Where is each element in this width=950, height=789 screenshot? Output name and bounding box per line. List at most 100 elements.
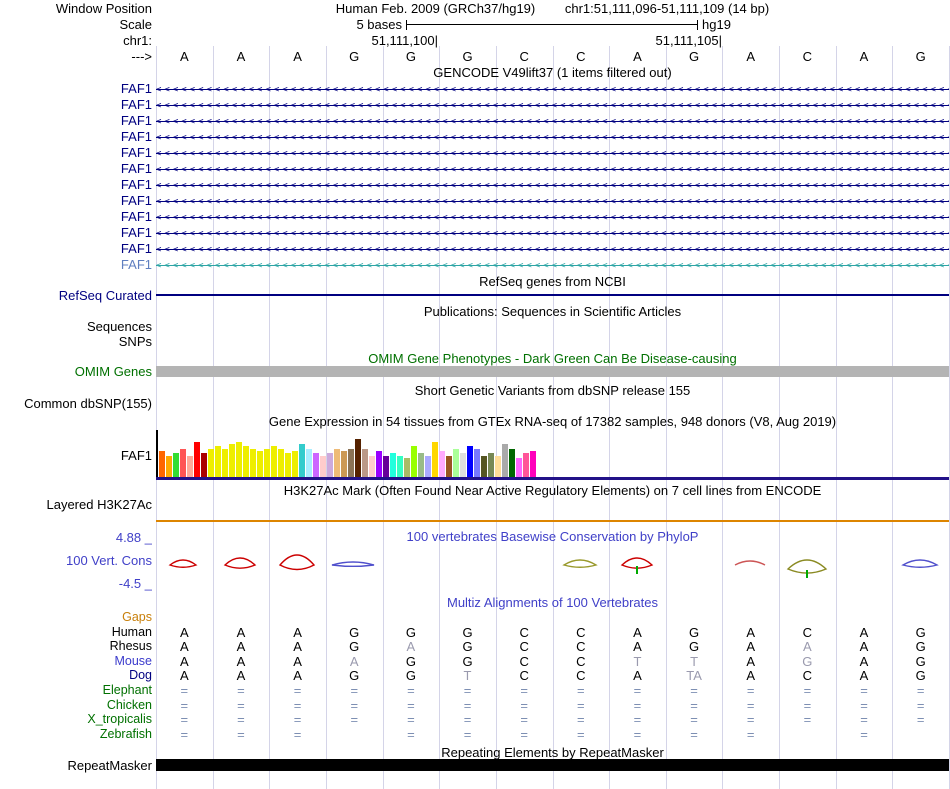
species-label-human[interactable]: Human <box>0 625 152 640</box>
alignment-base: = <box>293 698 302 713</box>
gtex-tissue-bar <box>243 446 249 477</box>
gene-label-faf1[interactable]: FAF1 <box>0 97 152 113</box>
gene-label-faf1[interactable]: FAF1 <box>0 129 152 145</box>
alignment-row-x_tropicalis[interactable]: = = = = = = = = = = = = = = <box>156 712 949 727</box>
conservation-glyph <box>223 557 257 569</box>
gene-transcript-row[interactable]: <<<<<<<<<<<<<<<<<<<<<<<<<<<<<<<<<<<<<<<<… <box>156 193 949 209</box>
alignment-base: G <box>405 625 416 640</box>
gene-transcript-row[interactable]: <<<<<<<<<<<<<<<<<<<<<<<<<<<<<<<<<<<<<<<<… <box>156 161 949 177</box>
alignment-base: G <box>915 654 926 669</box>
alignment-base: = <box>860 727 868 742</box>
omim-genes-label[interactable]: OMIM Genes <box>0 364 152 380</box>
alignment-base: A <box>293 639 302 654</box>
gene-label-faf1[interactable]: FAF1 <box>0 225 152 241</box>
conservation-label[interactable]: 100 Vert. Cons <box>0 553 152 569</box>
alignment-base: C <box>519 625 529 640</box>
alignment-row-human[interactable]: AAAGGGCCAGACAG <box>156 625 949 640</box>
scale-bar <box>406 20 698 30</box>
gtex-tissue-bar <box>404 458 410 477</box>
gene-label-faf1[interactable]: FAF1 <box>0 193 152 209</box>
alignment-row-dog[interactable]: A A A G G T C C A TA A C A G <box>156 668 949 683</box>
refseq-gene-line[interactable] <box>156 294 949 296</box>
alignment-base: = <box>916 698 925 713</box>
base-letter: G <box>462 49 473 64</box>
alignment-base: = <box>633 698 642 713</box>
gene-label-faf1[interactable]: FAF1 <box>0 161 152 177</box>
species-label-rhesus[interactable]: Rhesus <box>0 639 152 654</box>
species-label-chicken[interactable]: Chicken <box>0 698 152 713</box>
omim-gene-bar[interactable] <box>156 366 949 377</box>
refseq-curated-label[interactable]: RefSeq Curated <box>0 288 152 304</box>
sequences-label[interactable]: Sequences <box>0 319 152 335</box>
alignment-base: = <box>577 698 585 713</box>
alignment-base <box>666 610 723 625</box>
strand-arrows-left: <<<<<<<<<<<<<<<<<<<<<<<<<<<<<<<<<<<<<<<<… <box>156 117 949 127</box>
alignment-base <box>156 610 213 625</box>
alignment-base <box>722 610 779 625</box>
alignment-row-elephant[interactable]: = = = = = = = = = = = = = = <box>156 683 949 698</box>
base-ruler[interactable]: AAAGGGCCAGACAG <box>156 49 949 65</box>
strand-arrows-left: <<<<<<<<<<<<<<<<<<<<<<<<<<<<<<<<<<<<<<<<… <box>156 261 949 271</box>
species-label-dog[interactable]: Dog <box>0 668 152 683</box>
gene-transcript-row[interactable]: <<<<<<<<<<<<<<<<<<<<<<<<<<<<<<<<<<<<<<<<… <box>156 209 949 225</box>
gene-label-faf1[interactable]: FAF1 <box>0 257 152 273</box>
gene-label-faf1[interactable]: FAF1 <box>0 241 152 257</box>
gene-transcript-row[interactable]: <<<<<<<<<<<<<<<<<<<<<<<<<<<<<<<<<<<<<<<<… <box>156 113 949 129</box>
strand-arrows-left: <<<<<<<<<<<<<<<<<<<<<<<<<<<<<<<<<<<<<<<<… <box>156 181 949 191</box>
gene-transcript-row[interactable]: <<<<<<<<<<<<<<<<<<<<<<<<<<<<<<<<<<<<<<<<… <box>156 81 949 97</box>
dbsnp-label[interactable]: Common dbSNP(155) <box>0 396 152 412</box>
species-label-zebrafish[interactable]: Zebrafish <box>0 727 152 742</box>
alignment-base: G <box>405 668 416 683</box>
snps-label[interactable]: SNPs <box>0 334 152 350</box>
gtex-gene-label[interactable]: FAF1 <box>0 448 152 464</box>
gtex-tissue-bar <box>383 456 389 477</box>
alignment-base: C <box>802 668 813 683</box>
alignment-base <box>326 727 383 742</box>
alignment-row-zebrafish[interactable]: = = = = = = = = = = = <box>156 727 949 742</box>
gene-label-faf1[interactable]: FAF1 <box>0 209 152 225</box>
gene-label-faf1[interactable]: FAF1 <box>0 145 152 161</box>
alignment-base: = <box>407 683 415 698</box>
alignment-row-rhesus[interactable]: AAAGAGCCAGAAAG <box>156 639 949 654</box>
gtex-tissue-bar <box>432 442 438 477</box>
alignment-base: = <box>520 712 528 727</box>
species-label-elephant[interactable]: Elephant <box>0 683 152 698</box>
gene-transcript-row[interactable]: <<<<<<<<<<<<<<<<<<<<<<<<<<<<<<<<<<<<<<<<… <box>156 129 949 145</box>
alignment-row-chicken[interactable]: = = = = = = = = = = = = = = <box>156 698 949 713</box>
gene-transcript-row[interactable]: <<<<<<<<<<<<<<<<<<<<<<<<<<<<<<<<<<<<<<<<… <box>156 145 949 161</box>
alignment-base: = <box>407 727 415 742</box>
gene-transcript-row[interactable]: <<<<<<<<<<<<<<<<<<<<<<<<<<<<<<<<<<<<<<<<… <box>156 241 949 257</box>
alignment-base <box>892 610 949 625</box>
species-label-gaps[interactable]: Gaps <box>0 610 152 625</box>
h3k27ac-label[interactable]: Layered H3K27Ac <box>0 497 152 513</box>
h3k27ac-signal-line[interactable] <box>156 520 949 522</box>
strand-arrows-left: <<<<<<<<<<<<<<<<<<<<<<<<<<<<<<<<<<<<<<<<… <box>156 133 949 143</box>
gene-transcript-row[interactable]: <<<<<<<<<<<<<<<<<<<<<<<<<<<<<<<<<<<<<<<<… <box>156 225 949 241</box>
species-label-mouse[interactable]: Mouse <box>0 654 152 669</box>
alignment-base: A <box>859 639 869 654</box>
alignment-base: A <box>179 625 189 640</box>
repeatmasker-label[interactable]: RepeatMasker <box>0 758 152 774</box>
gtex-tissue-bar <box>390 453 396 477</box>
gene-label-faf1[interactable]: FAF1 <box>0 81 152 97</box>
conservation-plot[interactable] <box>156 543 949 587</box>
alignment-base: = <box>746 712 755 727</box>
alignment-row-gaps[interactable] <box>156 610 949 625</box>
alignment-base: = <box>690 727 698 742</box>
alignment-base: A <box>746 668 756 683</box>
alignment-base: = <box>237 683 245 698</box>
gtex-expression-chart[interactable] <box>159 430 537 477</box>
gene-transcript-row[interactable]: <<<<<<<<<<<<<<<<<<<<<<<<<<<<<<<<<<<<<<<<… <box>156 177 949 193</box>
alignment-base: = <box>860 698 868 713</box>
alignment-base: = <box>577 683 585 698</box>
alignment-base: C <box>576 625 586 640</box>
gene-label-faf1[interactable]: FAF1 <box>0 177 152 193</box>
alignment-base: C <box>576 668 586 683</box>
alignment-base: = <box>633 712 642 727</box>
alignment-base: = <box>180 712 189 727</box>
gene-transcript-row[interactable]: <<<<<<<<<<<<<<<<<<<<<<<<<<<<<<<<<<<<<<<<… <box>156 97 949 113</box>
gene-transcript-row[interactable]: <<<<<<<<<<<<<<<<<<<<<<<<<<<<<<<<<<<<<<<<… <box>156 257 949 273</box>
species-label-x_tropicalis[interactable]: X_tropicalis <box>0 712 152 727</box>
alignment-row-mouse[interactable]: AAAAGGCCTTAGAG <box>156 654 949 669</box>
gene-label-faf1[interactable]: FAF1 <box>0 113 152 129</box>
